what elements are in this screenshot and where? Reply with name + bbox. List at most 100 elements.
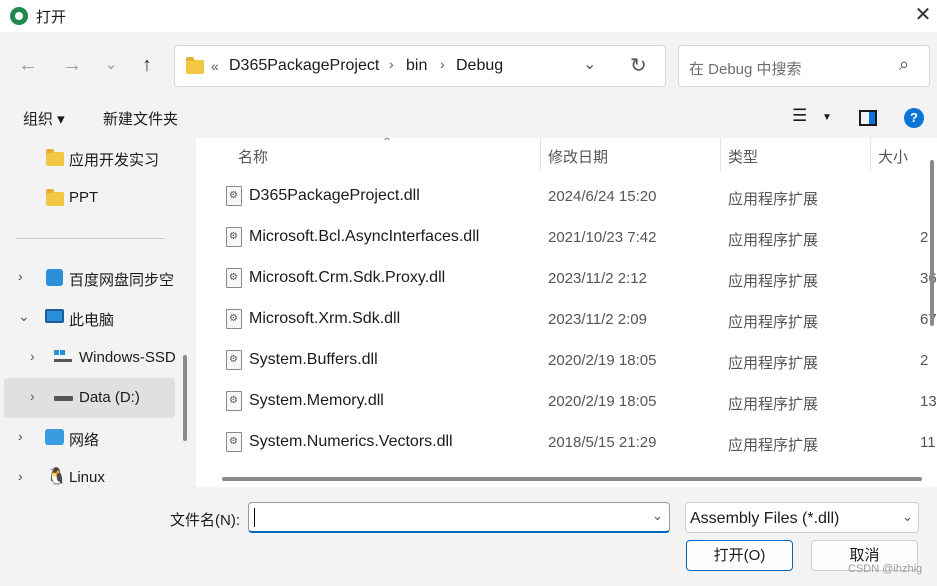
file-row[interactable]: System.Memory.dll 2020/2/19 18:05 应用程序扩展… [196, 381, 937, 422]
refresh-icon[interactable]: ↻ [630, 53, 647, 78]
sidebar-item-label: Windows-SSD [79, 349, 176, 366]
chevron-down-icon[interactable]: ⌄ [652, 508, 663, 524]
penguin-icon: 🐧 [46, 467, 68, 486]
new-folder-button[interactable]: 新建文件夹 [103, 108, 178, 129]
file-row[interactable]: System.Buffers.dll 2020/2/19 18:05 应用程序扩… [196, 340, 937, 381]
sidebar-item-label: Data (D:) [79, 389, 140, 406]
sidebar-item-label: 网络 [69, 432, 100, 449]
chevron-right-icon[interactable]: › [18, 268, 23, 284]
folder-icon [46, 189, 64, 206]
navigation-pane: 应用开发实习 PPT › 百度网盘同步空 ⌄ 此电脑 › Windows-SSD… [0, 138, 190, 487]
search-icon[interactable]: ⌕ [899, 54, 909, 75]
sidebar-item-data-d[interactable]: › Data (D:) [4, 378, 175, 418]
chevron-right-icon[interactable]: › [440, 56, 445, 72]
breadcrumb-item[interactable]: D365PackageProject [229, 57, 379, 75]
file-date: 2023/11/2 2:09 [548, 311, 647, 328]
file-date: 2021/10/23 7:42 [548, 229, 657, 246]
search-placeholder[interactable]: 在 Debug 中搜索 [689, 58, 802, 79]
chevron-right-icon[interactable]: › [18, 428, 23, 444]
column-header-size[interactable]: 大小 [871, 138, 937, 172]
computer-icon [45, 309, 64, 323]
horizontal-scrollbar[interactable] [222, 477, 922, 481]
breadcrumb-item[interactable]: Debug [456, 57, 503, 75]
view-dropdown-icon[interactable]: ▼ [822, 112, 832, 123]
sidebar-item-linux[interactable]: › 🐧 Linux [0, 458, 175, 487]
app-icon [10, 7, 28, 25]
dll-file-icon [226, 268, 242, 288]
dll-file-icon [226, 350, 242, 370]
file-size: 67 [920, 311, 937, 328]
chevron-down-icon[interactable]: ⌄ [583, 54, 596, 74]
sidebar-item-windows-ssd[interactable]: › Windows-SSD [0, 338, 176, 378]
file-type: 应用程序扩展 [728, 273, 819, 290]
text-caret [254, 508, 255, 527]
sort-ascending-icon: ⌃ [382, 138, 393, 149]
file-row[interactable]: Microsoft.Crm.Sdk.Proxy.dll 2023/11/2 2:… [196, 258, 937, 299]
sidebar-divider [16, 238, 165, 239]
cloud-sync-icon [46, 269, 63, 286]
filename-input[interactable]: ⌄ [248, 502, 670, 533]
file-date: 2020/2/19 18:05 [548, 393, 657, 410]
chevron-right-icon[interactable]: › [18, 468, 23, 484]
file-type-filter[interactable]: Assembly Files (*.dll) ⌄ [685, 502, 919, 533]
dll-file-icon [226, 186, 242, 206]
file-size: 2 [920, 352, 929, 369]
help-icon[interactable]: ? [904, 108, 924, 128]
sidebar-item-label: Linux [69, 469, 105, 486]
vertical-scrollbar[interactable] [930, 160, 934, 326]
breadcrumb-item[interactable]: bin [406, 57, 427, 75]
file-row[interactable]: System.Numerics.Vectors.dll 2018/5/15 21… [196, 422, 937, 463]
sidebar-item-network[interactable]: › 网络 [0, 418, 175, 458]
network-icon [45, 429, 64, 445]
folder-icon [46, 149, 64, 166]
sidebar-item-quick[interactable]: 应用开发实习 [0, 138, 175, 178]
up-arrow-icon[interactable]: ↑ [133, 51, 161, 79]
file-type: 应用程序扩展 [728, 355, 819, 372]
organize-menu[interactable]: 组织 ▾ [23, 108, 65, 129]
column-header-date[interactable]: 修改日期 [541, 138, 721, 172]
open-button[interactable]: 打开(O) [686, 540, 793, 571]
column-label: 名称 [238, 149, 269, 166]
recent-locations-chevron-icon[interactable]: ⌄ [97, 51, 125, 79]
preview-pane-icon[interactable] [859, 110, 877, 126]
chevron-down-icon[interactable]: ⌄ [18, 308, 30, 325]
column-header-type[interactable]: 类型 [721, 138, 871, 172]
chevron-right-icon[interactable]: › [30, 388, 35, 404]
chevron-right-icon[interactable]: › [30, 348, 35, 364]
file-row[interactable]: Microsoft.Xrm.Sdk.dll 2023/11/2 2:09 应用程… [196, 299, 937, 340]
chevron-down-icon[interactable]: ⌄ [902, 509, 913, 525]
breadcrumb-overflow[interactable]: « [211, 58, 219, 74]
file-date: 2018/5/15 21:29 [548, 434, 657, 451]
sidebar-item-label: 百度网盘同步空 [69, 272, 175, 289]
drive-icon [54, 350, 72, 362]
sidebar-item-baidu[interactable]: › 百度网盘同步空 [0, 258, 175, 298]
file-type: 应用程序扩展 [728, 232, 819, 249]
folder-icon [186, 57, 204, 74]
back-arrow-icon[interactable]: ← [14, 51, 42, 79]
file-name: System.Numerics.Vectors.dll [249, 433, 453, 450]
file-date: 2023/11/2 2:12 [548, 270, 647, 287]
dll-file-icon [226, 432, 242, 452]
file-row[interactable]: D365PackageProject.dll 2024/6/24 15:20 应… [196, 176, 937, 217]
file-size: 11 [920, 434, 936, 451]
file-name: Microsoft.Bcl.AsyncInterfaces.dll [249, 228, 480, 245]
view-options-icon[interactable]: ☰ [792, 106, 807, 126]
sidebar-scrollbar[interactable] [183, 355, 187, 441]
file-row[interactable]: Microsoft.Bcl.AsyncInterfaces.dll 2021/1… [196, 217, 937, 258]
sidebar-item-quick[interactable]: PPT [0, 178, 175, 218]
sidebar-item-label: PPT [69, 189, 99, 206]
filename-label: 文件名(N): [170, 512, 240, 529]
search-box[interactable]: 在 Debug 中搜索 ⌕ [678, 45, 930, 87]
watermark: CSDN @ihzhig [848, 563, 923, 575]
title-bar [0, 0, 937, 32]
file-size: 2 [920, 229, 929, 246]
address-bar[interactable]: « D365PackageProject › bin › Debug ⌄ ↻ [174, 45, 666, 87]
window-title: 打开 [36, 9, 67, 26]
forward-arrow-icon[interactable]: → [58, 51, 86, 79]
file-type: 应用程序扩展 [728, 437, 819, 454]
chevron-right-icon[interactable]: › [389, 56, 394, 72]
close-icon[interactable]: ✕ [912, 3, 934, 27]
file-name: System.Buffers.dll [249, 351, 378, 368]
sidebar-item-this-pc[interactable]: ⌄ 此电脑 [0, 298, 175, 338]
file-size: 13 [920, 393, 937, 410]
